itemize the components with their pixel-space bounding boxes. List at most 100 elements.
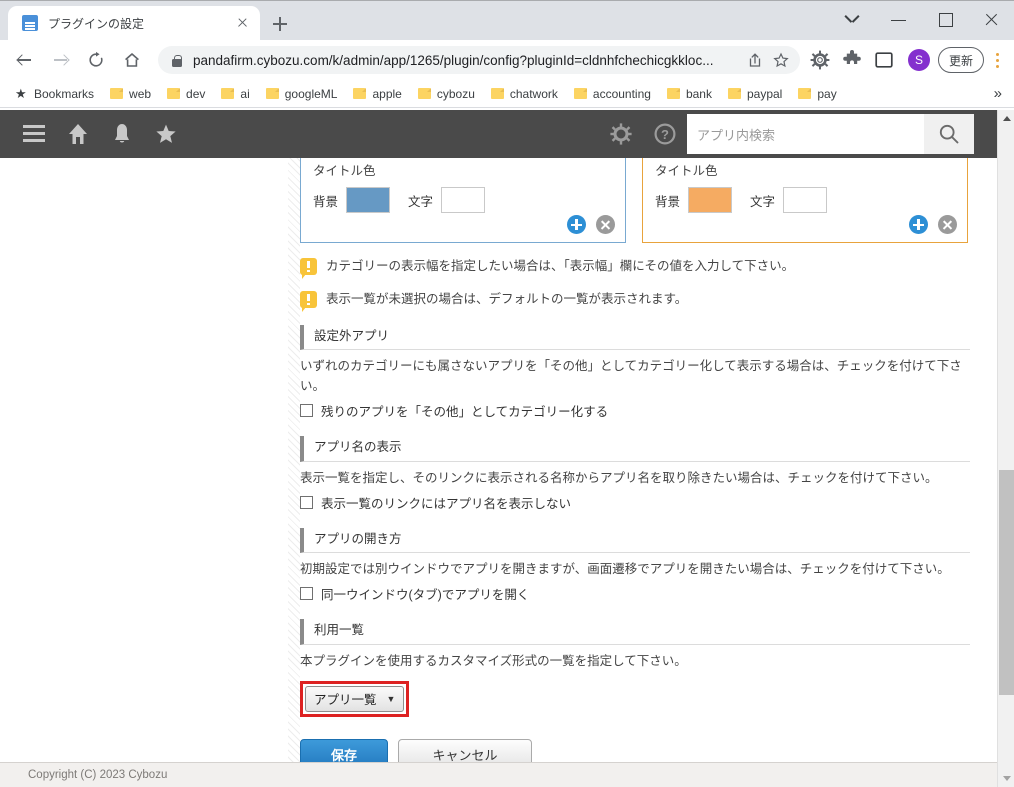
bookmark-folder[interactable]: chatwork	[486, 85, 563, 103]
bookmarks-label: Bookmarks	[34, 87, 94, 101]
section-description: 本プラグインを使用するカスタマイズ形式の一覧を指定して下さい。	[300, 651, 970, 671]
folder-icon	[266, 88, 279, 99]
section-description: いずれのカテゴリーにも属さないアプリを「その他」としてカテゴリー化して表示する場…	[300, 356, 970, 397]
bookmark-star-icon[interactable]	[768, 47, 794, 73]
share-icon[interactable]	[742, 47, 768, 73]
plugin-config-body: タイトル色 背景 文字	[0, 158, 997, 772]
section-unconfigured-apps: 設定外アプリ いずれのカテゴリーにも属さないアプリを「その他」としてカテゴリー化…	[300, 325, 970, 421]
section-title: 設定外アプリ	[300, 325, 970, 350]
hatched-divider	[288, 158, 300, 772]
same-window-checkbox[interactable]	[300, 587, 313, 600]
bookmark-folder[interactable]: paypal	[723, 85, 787, 103]
bookmark-folder[interactable]: ai	[216, 85, 254, 103]
checkbox-row[interactable]: 表示一覧のリンクにはアプリ名を表示しない	[300, 493, 970, 512]
url-text: pandafirm.cybozu.com/k/admin/app/1265/pl…	[193, 53, 742, 68]
bookmark-folder[interactable]: googleML	[261, 85, 343, 103]
lock-icon	[170, 54, 183, 67]
title-color-label: タイトル色	[655, 158, 955, 179]
bookmark-folder[interactable]: web	[105, 85, 156, 103]
star-icon[interactable]	[144, 110, 188, 158]
bookmark-label: cybozu	[437, 87, 475, 101]
bookmark-folder[interactable]: dev	[162, 85, 210, 103]
browser-tab[interactable]: プラグインの設定	[8, 6, 260, 40]
tab-title: プラグインの設定	[48, 15, 232, 32]
new-tab-button[interactable]	[268, 12, 292, 36]
bookmark-folder[interactable]: pay	[793, 85, 841, 103]
browser-scrollbar[interactable]	[997, 110, 1014, 787]
minimize-button[interactable]	[876, 0, 922, 40]
tab-close-icon[interactable]	[232, 13, 252, 33]
usage-list-dropdown[interactable]: アプリ一覧 ▼	[305, 686, 404, 712]
update-button[interactable]: 更新	[938, 47, 984, 73]
bookmark-label: apple	[372, 87, 401, 101]
home-icon[interactable]	[56, 110, 100, 158]
folder-icon	[221, 88, 234, 99]
checkbox-label[interactable]: 同一ウインドウ(タブ)でアプリを開く	[321, 584, 529, 603]
remove-circle-icon[interactable]	[596, 215, 615, 234]
search-button[interactable]	[924, 114, 974, 154]
hamburger-menu-icon[interactable]	[12, 110, 56, 158]
app-search-input[interactable]: アプリ内検索	[687, 114, 924, 154]
folder-icon	[798, 88, 811, 99]
text-color-swatch[interactable]	[441, 187, 485, 213]
window-controls	[830, 0, 1014, 40]
checkbox-row[interactable]: 残りのアプリを「その他」としてカテゴリー化する	[300, 401, 970, 420]
scroll-down-arrow-icon[interactable]	[998, 770, 1014, 787]
bookmarks-overflow-icon[interactable]: »	[994, 85, 1002, 102]
settings-gear-icon[interactable]	[806, 46, 834, 74]
text-color-swatch[interactable]	[783, 187, 827, 213]
bookmark-label: pay	[817, 87, 836, 101]
folder-icon	[167, 88, 180, 99]
help-icon[interactable]: ?	[643, 110, 687, 158]
browser-scrollbar-thumb[interactable]	[999, 470, 1014, 695]
extensions-puzzle-icon[interactable]	[838, 46, 866, 74]
background-color-swatch[interactable]	[688, 187, 732, 213]
reload-icon[interactable]	[81, 45, 111, 75]
section-title: アプリ名の表示	[300, 436, 970, 461]
bookmark-folder[interactable]: bank	[662, 85, 717, 103]
checkbox-row[interactable]: 同一ウインドウ(タブ)でアプリを開く	[300, 584, 970, 603]
page-viewport: ? アプリ内検索 タイトル色	[0, 110, 1014, 787]
tab-search-chevron-down-icon[interactable]	[830, 0, 876, 40]
folder-icon	[353, 88, 366, 99]
folder-icon	[110, 88, 123, 99]
maximize-button[interactable]	[922, 0, 968, 40]
add-circle-icon[interactable]	[567, 215, 586, 234]
section-title: アプリの開き方	[300, 528, 970, 553]
bookmark-label: chatwork	[510, 87, 558, 101]
categorize-others-checkbox[interactable]	[300, 404, 313, 417]
bookmarks-bar: ★ Bookmarks web dev ai googleML apple cy…	[0, 80, 1014, 108]
bookmark-label: googleML	[285, 87, 338, 101]
checkbox-label[interactable]: 表示一覧のリンクにはアプリ名を表示しない	[321, 493, 571, 512]
add-circle-icon[interactable]	[909, 215, 928, 234]
bookmark-folder[interactable]: accounting	[569, 85, 656, 103]
back-icon[interactable]	[9, 45, 39, 75]
background-color-swatch[interactable]	[346, 187, 390, 213]
side-panel-icon[interactable]	[870, 46, 898, 74]
bookmarks-root[interactable]: ★ Bookmarks	[10, 85, 99, 103]
kebab-menu-icon[interactable]	[986, 46, 1008, 74]
section-app-open-method: アプリの開き方 初期設定では別ウインドウでアプリを開きますが、画面遷移でアプリを…	[300, 528, 970, 604]
star-icon: ★	[15, 87, 28, 100]
bookmark-folder[interactable]: cybozu	[413, 85, 480, 103]
scroll-up-arrow-icon[interactable]	[998, 110, 1014, 127]
section-description: 初期設定では別ウインドウでアプリを開きますが、画面遷移でアプリを開きたい場合は、…	[300, 559, 970, 579]
close-window-button[interactable]	[968, 0, 1014, 40]
category-card: タイトル色 背景 文字	[642, 158, 968, 243]
remove-circle-icon[interactable]	[938, 215, 957, 234]
notice-text: カテゴリーの表示幅を指定したい場合は、「表示幅」欄にその値を入力して下さい。	[326, 257, 794, 276]
home-icon[interactable]	[117, 45, 147, 75]
title-color-label: タイトル色	[313, 158, 613, 179]
gear-icon[interactable]	[599, 110, 643, 158]
bell-icon[interactable]	[100, 110, 144, 158]
bookmark-folder[interactable]: apple	[348, 85, 406, 103]
address-bar[interactable]: pandafirm.cybozu.com/k/admin/app/1265/pl…	[158, 46, 800, 74]
omnibox-icons	[742, 47, 794, 73]
profile-avatar[interactable]: S	[908, 49, 930, 71]
text-color-label: 文字	[750, 191, 775, 210]
checkbox-label[interactable]: 残りのアプリを「その他」としてカテゴリー化する	[321, 401, 608, 420]
hide-app-name-checkbox[interactable]	[300, 496, 313, 509]
notice-row: カテゴリーの表示幅を指定したい場合は、「表示幅」欄にその値を入力して下さい。	[300, 257, 970, 276]
warning-icon	[300, 291, 317, 308]
forward-icon[interactable]	[45, 45, 75, 75]
